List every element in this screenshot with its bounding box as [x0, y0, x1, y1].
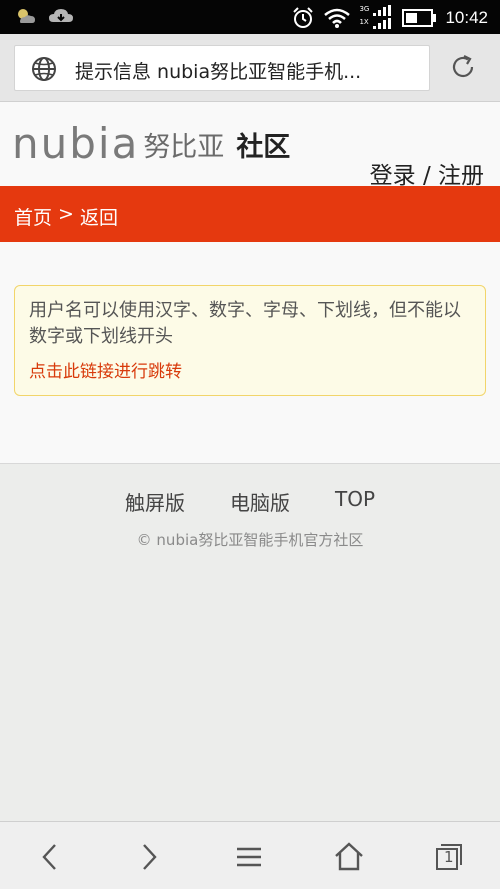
- footer: 触屏版 电脑版 TOP © nubia努比亚智能手机官方社区: [0, 465, 500, 821]
- redirect-link[interactable]: 点击此链接进行跳转: [29, 357, 471, 382]
- touch-version-link[interactable]: 触屏版: [125, 487, 185, 516]
- copyright: © nubia努比亚智能手机官方社区: [136, 531, 364, 549]
- menu-icon[interactable]: [232, 840, 266, 874]
- desktop-version-link[interactable]: 电脑版: [230, 487, 290, 516]
- breadcrumb: 首页 > 返回: [14, 203, 118, 230]
- network-type-label: 3G: [359, 5, 370, 13]
- site-header: nubia 努比亚 社区 登录 / 注册: [0, 102, 500, 189]
- footer-links: 触屏版 电脑版 TOP: [0, 487, 500, 516]
- nav-strip: 首页 > 返回: [0, 186, 500, 242]
- top-link[interactable]: TOP: [335, 487, 375, 516]
- home-icon[interactable]: [332, 840, 366, 874]
- logo-community: 社区: [236, 131, 291, 163]
- alarm-icon: [291, 6, 315, 30]
- page-title-url: 提示信息 nubia努比亚智能手机...: [75, 61, 362, 83]
- home-link[interactable]: 首页: [14, 203, 52, 230]
- logo-brand-cn: 努比亚: [143, 131, 225, 163]
- address-bar[interactable]: 提示信息 nubia努比亚智能手机...: [14, 45, 430, 91]
- tabs-icon[interactable]: 1: [432, 840, 466, 874]
- battery-icon: [402, 9, 437, 27]
- weather-icon: [14, 6, 38, 26]
- refresh-icon[interactable]: [448, 52, 478, 82]
- forward-arrow-icon[interactable]: [132, 840, 166, 874]
- status-time: 10:42: [445, 8, 488, 27]
- back-arrow-icon[interactable]: [33, 840, 67, 874]
- globe-icon: [30, 55, 58, 83]
- auth-links: 登录 / 注册: [370, 156, 484, 190]
- browser-bottom-bar: 1: [0, 821, 500, 889]
- cloud-icon: [48, 6, 74, 26]
- breadcrumb-separator: >: [58, 203, 74, 225]
- notice-box: 用户名可以使用汉字、数字、字母、下划线，但不能以数字或下划线开头 点击此链接进行…: [14, 285, 486, 396]
- tab-count: 1: [444, 848, 454, 866]
- back-link[interactable]: 返回: [80, 203, 118, 230]
- wifi-icon: [324, 7, 351, 29]
- notice-message: 用户名可以使用汉字、数字、字母、下划线，但不能以数字或下划线开头: [29, 300, 461, 347]
- logo-wordmark: nubia: [12, 119, 140, 168]
- site-logo[interactable]: nubia 努比亚 社区: [12, 120, 290, 168]
- browser-toolbar: 提示信息 nubia努比亚智能手机...: [0, 34, 500, 102]
- signal-icon: 3G 1X: [359, 5, 393, 31]
- main-content: 用户名可以使用汉字、数字、字母、下划线，但不能以数字或下划线开头 点击此链接进行…: [0, 242, 500, 464]
- status-bar: 3G 1X 10:42: [0, 0, 500, 34]
- network-type-label-secondary: 1X: [359, 18, 369, 26]
